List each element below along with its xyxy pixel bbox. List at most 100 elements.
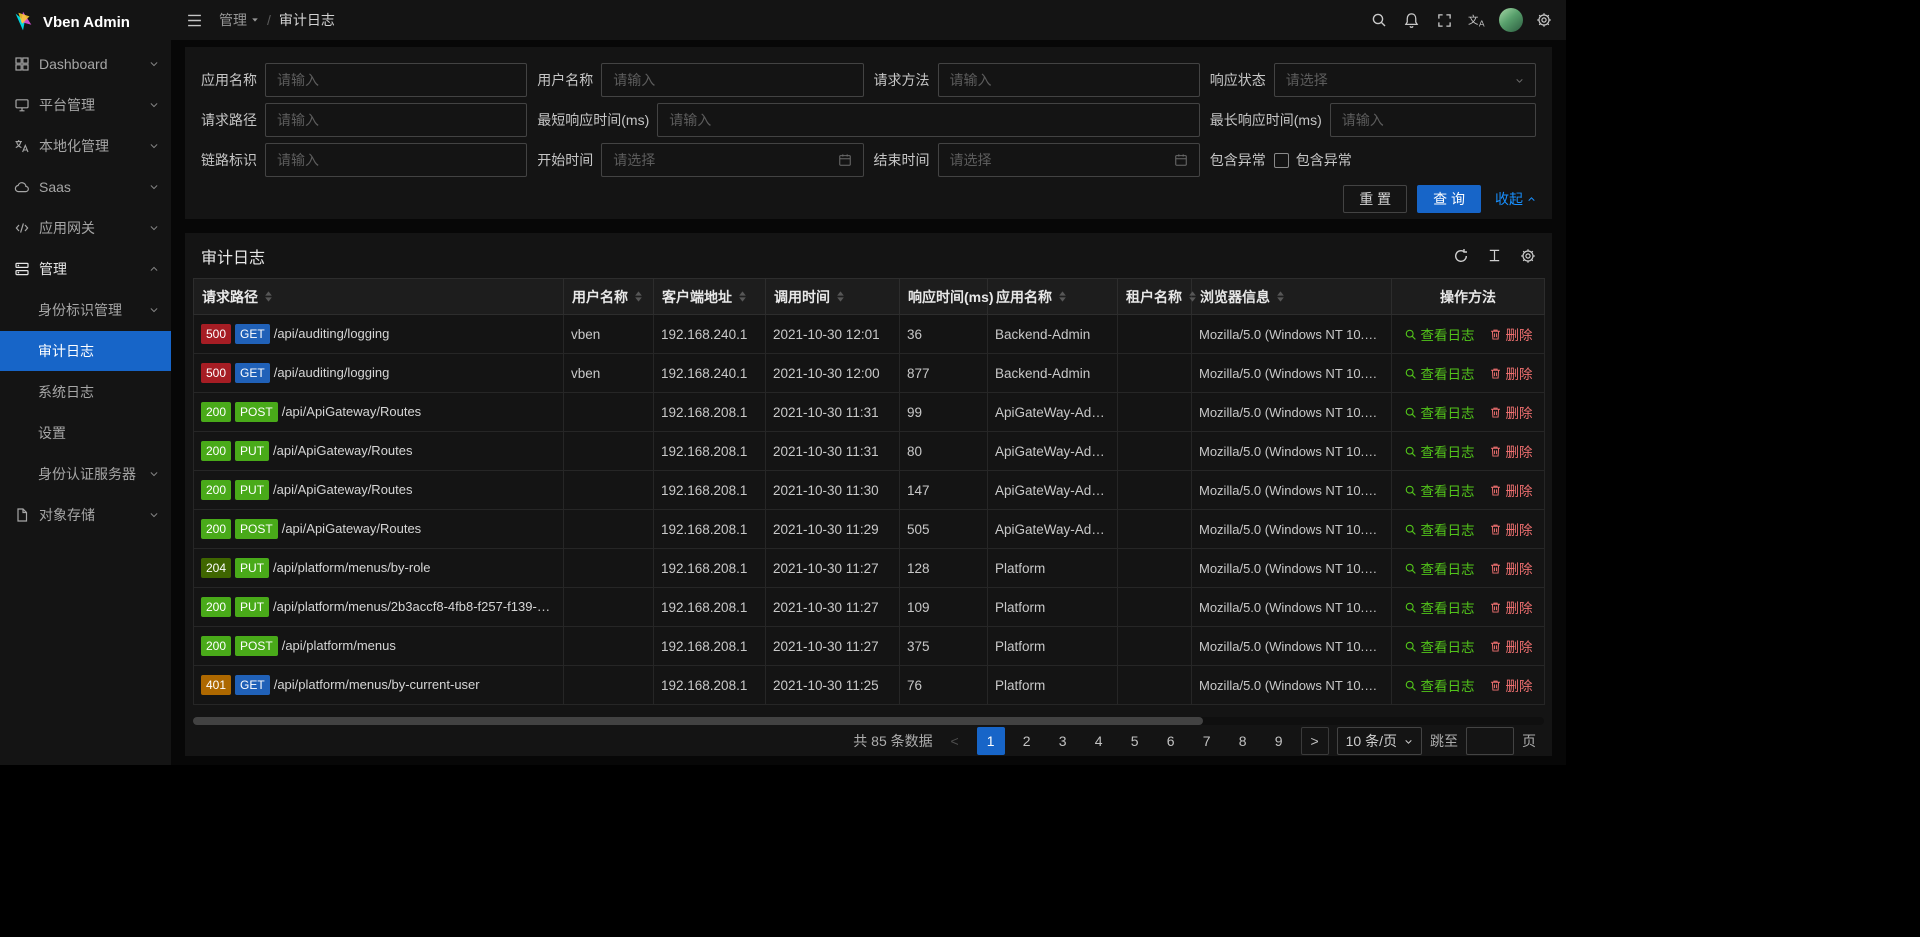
sidebar-item-app-gateway[interactable]: 应用网关	[0, 208, 171, 248]
sidebar-item-dashboard[interactable]: Dashboard	[0, 44, 171, 84]
response-status-select[interactable]: 请选择	[1274, 63, 1536, 97]
cell-actions: 查看日志删除	[1392, 588, 1545, 627]
sidebar-item-platform-management[interactable]: 平台管理	[0, 85, 171, 125]
language-translate-icon[interactable]: 文A	[1461, 0, 1494, 40]
svg-text:文: 文	[1468, 13, 1479, 26]
fullscreen-icon[interactable]	[1428, 0, 1461, 40]
cell-call-time: 2021-10-30 11:30	[766, 471, 900, 510]
view-log-button[interactable]: 查看日志	[1404, 675, 1475, 695]
scrollbar-thumb[interactable]	[193, 717, 1203, 725]
delete-button[interactable]: 删除	[1489, 480, 1533, 500]
sidebar-item-management[interactable]: 管理	[0, 249, 171, 289]
sort-icons	[1188, 291, 1197, 302]
response-status-select-label: 响应状态	[1210, 70, 1274, 90]
sidebar-item-settings[interactable]: 设置	[0, 413, 171, 453]
sidebar-item-localization-management[interactable]: 本地化管理	[0, 126, 171, 166]
magnifier-icon	[1404, 445, 1417, 458]
page-button-8[interactable]: 8	[1229, 727, 1257, 755]
page-button-2[interactable]: 2	[1013, 727, 1041, 755]
menu-fold-icon[interactable]	[186, 12, 203, 29]
page-button-3[interactable]: 3	[1049, 727, 1077, 755]
sidebar-item-object-storage[interactable]: 对象存储	[0, 495, 171, 535]
user-avatar[interactable]	[1494, 0, 1527, 40]
page-button-5[interactable]: 5	[1121, 727, 1149, 755]
sidebar-item-saas[interactable]: Saas	[0, 167, 171, 207]
request-method-input[interactable]	[938, 63, 1200, 97]
sidebar-item-system-log[interactable]: 系统日志	[0, 372, 171, 412]
page-button-9[interactable]: 9	[1265, 727, 1293, 755]
column-settings-icon[interactable]	[1520, 248, 1536, 264]
collapse-link[interactable]: 收起	[1495, 189, 1536, 209]
column-header-request-path[interactable]: 请求路径	[194, 279, 564, 315]
page-button-4[interactable]: 4	[1085, 727, 1113, 755]
row-height-icon[interactable]	[1487, 248, 1502, 263]
sidebar-item-audit-log[interactable]: 审计日志	[0, 331, 171, 371]
view-log-button[interactable]: 查看日志	[1404, 519, 1475, 539]
request-path-input-label: 请求路径	[201, 110, 265, 130]
min-response-time-input-label: 最短响应时间(ms)	[537, 110, 657, 130]
sidebar-item-label: 设置	[38, 423, 159, 443]
cell-call-time: 2021-10-30 11:27	[766, 627, 900, 666]
min-response-time-input[interactable]	[657, 103, 1200, 137]
view-log-button[interactable]: 查看日志	[1404, 636, 1475, 656]
sidebar: Vben Admin Dashboard平台管理本地化管理Saas应用网关管理身…	[0, 0, 171, 765]
end-time-picker[interactable]: 请选择	[938, 143, 1200, 177]
delete-button[interactable]: 删除	[1489, 402, 1533, 422]
page-size-select[interactable]: 10 条/页	[1337, 727, 1422, 755]
next-page-button[interactable]: >	[1301, 727, 1329, 755]
logo[interactable]: Vben Admin	[0, 0, 171, 44]
page-button-7[interactable]: 7	[1193, 727, 1221, 755]
delete-button[interactable]: 删除	[1489, 597, 1533, 617]
refresh-icon[interactable]	[1453, 248, 1469, 264]
column-header-user-name[interactable]: 用户名称	[564, 279, 654, 315]
jump-page-input[interactable]	[1466, 727, 1514, 755]
view-log-button[interactable]: 查看日志	[1404, 363, 1475, 383]
settings-gear-icon[interactable]	[1527, 0, 1560, 40]
header-actions: 文A	[1362, 0, 1566, 40]
view-log-button[interactable]: 查看日志	[1404, 441, 1475, 461]
view-log-button[interactable]: 查看日志	[1404, 597, 1475, 617]
sort-icons	[836, 291, 845, 302]
breadcrumb-item-management[interactable]: 管理	[219, 10, 259, 30]
status-badge: 200	[201, 519, 231, 539]
cell-call-time: 2021-10-30 11:27	[766, 549, 900, 588]
delete-button[interactable]: 删除	[1489, 441, 1533, 461]
page-button-6[interactable]: 6	[1157, 727, 1185, 755]
column-header-client-address[interactable]: 客户端地址	[654, 279, 766, 315]
user-name-input[interactable]	[601, 63, 863, 97]
cell-app-name: ApiGateWay-Admin	[988, 471, 1118, 510]
delete-button[interactable]: 删除	[1489, 636, 1533, 656]
delete-button[interactable]: 删除	[1489, 363, 1533, 383]
view-log-button[interactable]: 查看日志	[1404, 558, 1475, 578]
cell-request-path: 200PUT/api/ApiGateway/Routes	[194, 471, 564, 510]
sidebar-item-identity-auth-server[interactable]: 身份认证服务器	[0, 454, 171, 494]
column-header-call-time[interactable]: 调用时间	[766, 279, 900, 315]
column-header-response-time[interactable]: 响应时间(ms)	[900, 279, 988, 315]
notification-bell-icon[interactable]	[1395, 0, 1428, 40]
view-log-button[interactable]: 查看日志	[1404, 480, 1475, 500]
sidebar-item-identity-management[interactable]: 身份标识管理	[0, 290, 171, 330]
trace-id-input[interactable]	[265, 143, 527, 177]
reset-button[interactable]: 重 置	[1343, 185, 1407, 213]
column-header-browser-info[interactable]: 浏览器信息	[1192, 279, 1392, 315]
request-path-input[interactable]	[265, 103, 527, 137]
cell-actions: 查看日志删除	[1392, 471, 1545, 510]
max-response-time-input[interactable]	[1330, 103, 1536, 137]
prev-page-button[interactable]: <	[941, 727, 969, 755]
include-exception-checkbox[interactable]	[1274, 153, 1289, 168]
column-header-tenant-name[interactable]: 租户名称	[1118, 279, 1192, 315]
cell-browser-info: Mozilla/5.0 (Windows NT 10.0; Win	[1192, 588, 1392, 627]
view-log-button[interactable]: 查看日志	[1404, 324, 1475, 344]
column-header-app-name[interactable]: 应用名称	[988, 279, 1118, 315]
view-log-button[interactable]: 查看日志	[1404, 402, 1475, 422]
magnifier-icon	[1404, 679, 1417, 692]
start-time-picker[interactable]: 请选择	[601, 143, 863, 177]
delete-button[interactable]: 删除	[1489, 519, 1533, 539]
query-button[interactable]: 查 询	[1417, 185, 1481, 213]
page-button-1[interactable]: 1	[977, 727, 1005, 755]
app-name-input[interactable]	[265, 63, 527, 97]
delete-button[interactable]: 删除	[1489, 675, 1533, 695]
search-icon[interactable]	[1362, 0, 1395, 40]
delete-button[interactable]: 删除	[1489, 558, 1533, 578]
delete-button[interactable]: 删除	[1489, 324, 1533, 344]
